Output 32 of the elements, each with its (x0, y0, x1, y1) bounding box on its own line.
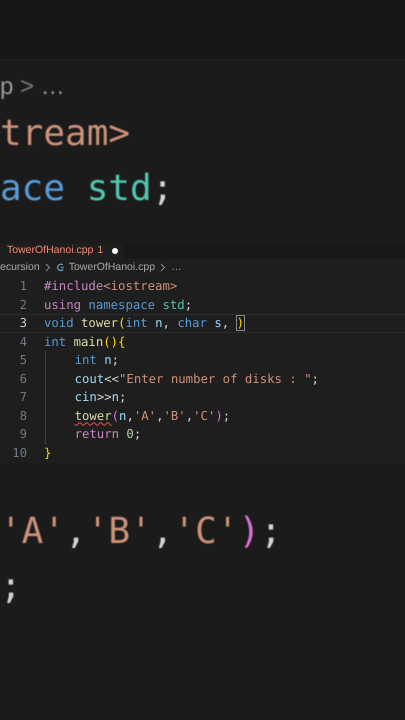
line-number: 6 (18, 370, 27, 388)
code-line: int main(){ (44, 334, 126, 351)
code-line: cin>>n; (74, 389, 126, 406)
cpp-file-icon (56, 263, 65, 272)
code-line: ; (0, 565, 23, 609)
code-line: using namespace std; (44, 296, 192, 314)
code-line: 'A','B','C'); (0, 510, 283, 554)
code-line: int n; (74, 352, 120, 370)
code-line: tream> (0, 112, 132, 156)
code-line: ace std; (0, 167, 174, 211)
code-line: cout<<"Enter number of disks : "; (74, 370, 319, 388)
editor-tab[interactable]: TowerOfHanoi.cpp 1 (0, 243, 124, 259)
line-number: 4 (18, 334, 27, 351)
code-line: #include<iostream> (44, 278, 178, 296)
code-line: void tower(int n, char s, ) (44, 315, 244, 332)
chevron-icon (160, 263, 166, 272)
line-number: 9 (18, 426, 27, 444)
breadcrumb[interactable]: ecursion (0, 260, 40, 276)
line-number: 3 (18, 315, 27, 332)
code-line: } (44, 444, 52, 462)
line-number: 1 (18, 278, 27, 296)
line-number: 8 (18, 408, 27, 425)
line-number: 2 (18, 296, 27, 314)
code-line: return 0; (74, 426, 142, 444)
breadcrumb[interactable]: TowerOfHanoi.cpp (68, 260, 156, 276)
chevron-icon (44, 263, 51, 272)
breadcrumb[interactable]: … (171, 260, 182, 276)
code-line: p > … (0, 72, 66, 102)
line-number: 10 (11, 444, 27, 462)
line-number: 5 (18, 352, 27, 370)
code-line: tower(n,'A','B','C'); (74, 408, 230, 425)
line-number: 7 (18, 389, 27, 406)
